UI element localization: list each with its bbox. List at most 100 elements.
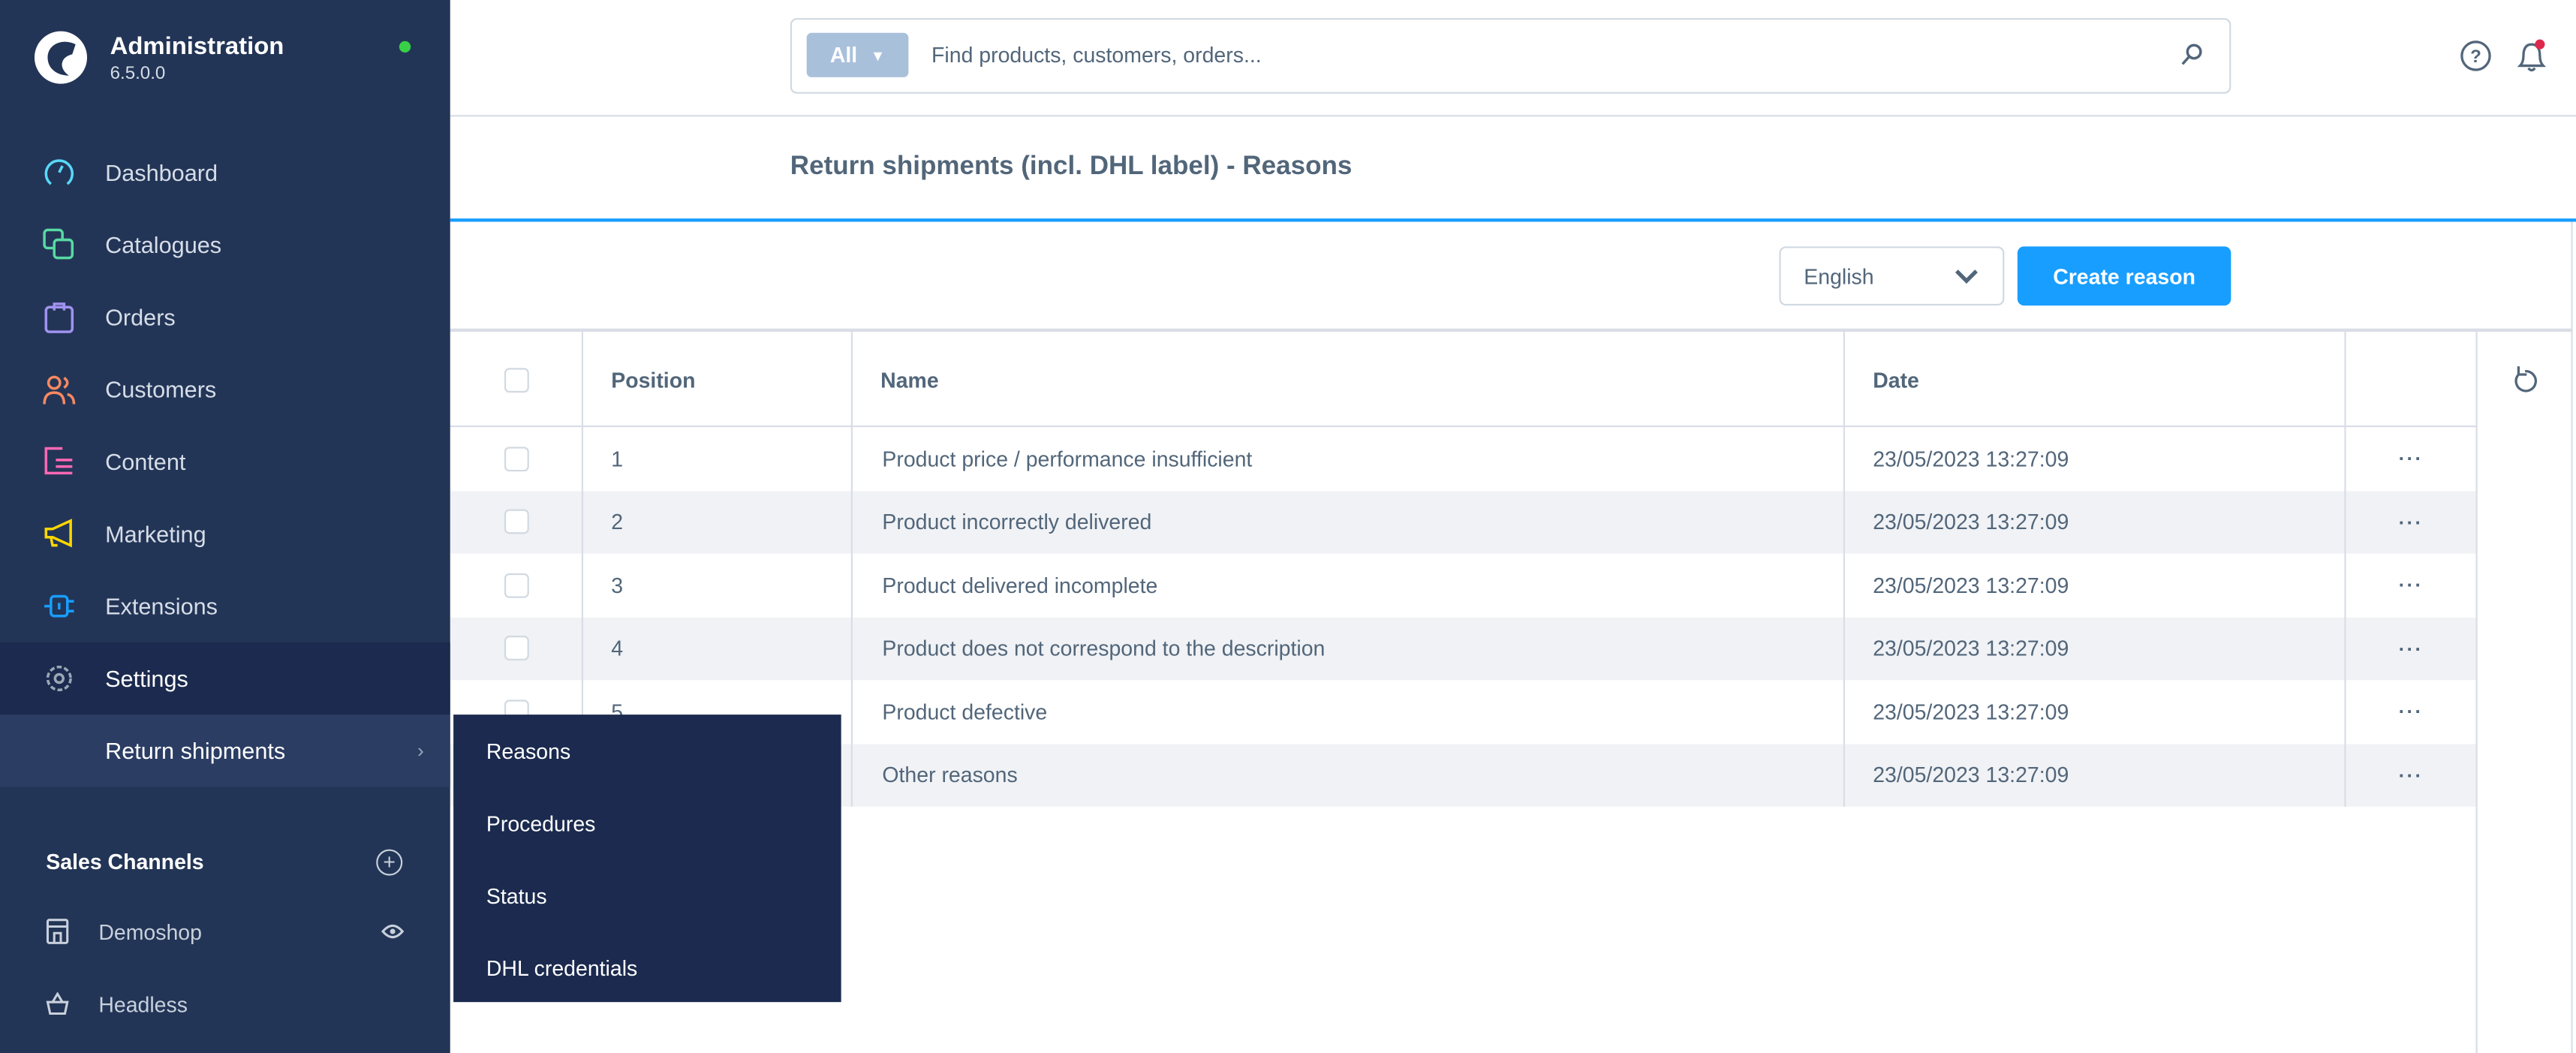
sidebar-item-label: Extensions	[105, 593, 218, 620]
chevron-right-icon: ›	[417, 739, 424, 763]
sales-channel-demoshop[interactable]: Demoshop	[0, 895, 450, 967]
cell-name[interactable]: Product price / performance insufficient	[882, 427, 1252, 490]
online-status-dot	[399, 41, 411, 53]
select-all-checkbox[interactable]	[503, 367, 528, 393]
cell-date: 23/05/2023 13:27:09	[1873, 573, 2069, 598]
sidebar-item-extensions[interactable]: Extensions	[0, 570, 450, 642]
cell-name[interactable]: Product incorrectly delivered	[882, 490, 1151, 553]
sidebar-item-label: Dashboard	[105, 159, 218, 186]
svg-text:?: ?	[2470, 47, 2481, 67]
select-all-header	[450, 332, 582, 427]
row-actions-icon[interactable]: ···	[2399, 427, 2424, 490]
cell-date: 23/05/2023 13:27:09	[1873, 446, 2069, 471]
dashboard-icon	[41, 155, 77, 191]
flyout-item-dhl-credentials[interactable]: DHL credentials	[486, 956, 637, 981]
chevron-down-icon: ▼	[870, 47, 886, 64]
storefront-icon	[43, 919, 72, 945]
sidebar-item-dashboard[interactable]: Dashboard	[0, 137, 450, 209]
sidebar-item-marketing[interactable]: Marketing	[0, 498, 450, 570]
flyout-item-status[interactable]: Status	[486, 884, 547, 909]
language-select[interactable]: English	[1779, 246, 2005, 306]
sidebar-item-label: Return shipments	[105, 737, 286, 764]
column-header-position[interactable]: Position	[582, 332, 851, 427]
search-input[interactable]: Find products, customers, orders...	[931, 43, 1262, 68]
page-title: Return shipments (incl. DHL label) - Rea…	[790, 152, 1353, 181]
sidebar-item-label: Content	[105, 448, 186, 475]
header-divider	[450, 218, 2576, 222]
row-checkbox[interactable]	[504, 573, 529, 598]
flyout-item-reasons[interactable]: Reasons	[486, 739, 570, 764]
column-header-date[interactable]: Date	[1843, 332, 2345, 427]
sales-channels-title: Sales Channels	[46, 849, 204, 874]
row-actions-icon[interactable]: ···	[2399, 490, 2424, 553]
shopware-logo	[34, 31, 88, 84]
chevron-down-icon	[1955, 269, 1978, 284]
sidebar-item-label: Catalogues	[105, 231, 222, 258]
row-checkbox[interactable]	[504, 446, 529, 471]
customers-icon	[41, 372, 77, 408]
cell-position: 3	[611, 573, 624, 598]
table-row[interactable]: 3 Product delivered incomplete 23/05/202…	[450, 554, 2476, 617]
header-divider	[450, 425, 2476, 428]
create-reason-button[interactable]: Create reason	[2017, 246, 2231, 306]
cell-name[interactable]: Product does not correspond to the descr…	[882, 617, 1325, 680]
catalogues-icon	[41, 227, 77, 263]
content-icon	[41, 444, 77, 480]
sidebar-item-label: Settings	[105, 665, 188, 692]
table-row[interactable]: 2 Product incorrectly delivered 23/05/20…	[450, 490, 2476, 554]
help-icon[interactable]: ?	[2460, 40, 2493, 73]
table-row[interactable]: 4 Product does not correspond to the des…	[450, 616, 2476, 681]
settings-icon	[41, 660, 77, 696]
row-actions-icon[interactable]: ···	[2399, 680, 2424, 743]
cell-position: 4	[611, 636, 624, 661]
sales-channel-label: Demoshop	[98, 919, 202, 944]
sidebar-item-label: Orders	[105, 303, 176, 330]
sidebar-item-label: Marketing	[105, 520, 206, 547]
sidebar-item-content[interactable]: Content	[0, 426, 450, 498]
cell-date: 23/05/2023 13:27:09	[1873, 510, 2069, 534]
column-divider	[2344, 332, 2346, 807]
sidebar-item-orders[interactable]: Orders	[0, 281, 450, 353]
row-checkbox[interactable]	[504, 636, 529, 661]
notification-bell-icon[interactable]	[2514, 38, 2550, 74]
sidebar-item-settings[interactable]: Settings	[0, 642, 450, 715]
cell-date: 23/05/2023 13:27:09	[1873, 699, 2069, 724]
sidebar-item-label: Customers	[105, 376, 217, 403]
cell-name[interactable]: Product delivered incomplete	[882, 554, 1157, 617]
basket-icon	[43, 992, 72, 1015]
search-filter-select[interactable]: All ▼	[806, 32, 909, 77]
column-header-name[interactable]: Name	[851, 332, 1843, 427]
sidebar: Administration 6.5.0.0 Dashboard Catalogu…	[0, 0, 450, 1053]
cell-name[interactable]: Other reasons	[882, 743, 1017, 806]
return-shipments-flyout-menu: Reasons Procedures Status DHL credential…	[453, 715, 841, 1003]
row-actions-icon[interactable]: ···	[2399, 617, 2424, 680]
column-divider	[2475, 332, 2478, 1053]
table-row[interactable]: 1 Product price / performance insufficie…	[450, 427, 2476, 490]
column-divider	[850, 332, 853, 807]
extensions-icon	[41, 588, 77, 624]
add-sales-channel-icon[interactable]: +	[376, 849, 403, 876]
sidebar-item-return-shipments[interactable]: Return shipments ›	[0, 715, 450, 787]
search-filter-label: All	[829, 42, 858, 68]
cell-position: 2	[611, 510, 624, 534]
orders-icon	[41, 299, 77, 335]
column-divider	[1843, 332, 1845, 807]
cell-date: 23/05/2023 13:27:09	[1873, 763, 2069, 787]
cell-name[interactable]: Product defective	[882, 680, 1047, 743]
sales-channel-label: Headless	[98, 991, 188, 1016]
eye-icon[interactable]	[381, 919, 405, 944]
flyout-item-procedures[interactable]: Procedures	[486, 811, 596, 836]
sidebar-item-catalogues[interactable]: Catalogues	[0, 209, 450, 281]
row-actions-icon[interactable]: ···	[2399, 743, 2424, 806]
content-border	[2571, 221, 2573, 1053]
language-value: English	[1804, 263, 1874, 289]
app-title: Administration	[110, 32, 284, 61]
refresh-icon[interactable]	[2510, 365, 2539, 398]
search-icon[interactable]	[2180, 43, 2204, 68]
app-version: 6.5.0.0	[110, 64, 166, 84]
row-actions-icon[interactable]: ···	[2399, 554, 2424, 617]
marketing-icon	[41, 516, 77, 552]
sidebar-item-customers[interactable]: Customers	[0, 354, 450, 426]
sales-channel-headless[interactable]: Headless	[0, 967, 450, 1039]
row-checkbox[interactable]	[504, 510, 529, 534]
